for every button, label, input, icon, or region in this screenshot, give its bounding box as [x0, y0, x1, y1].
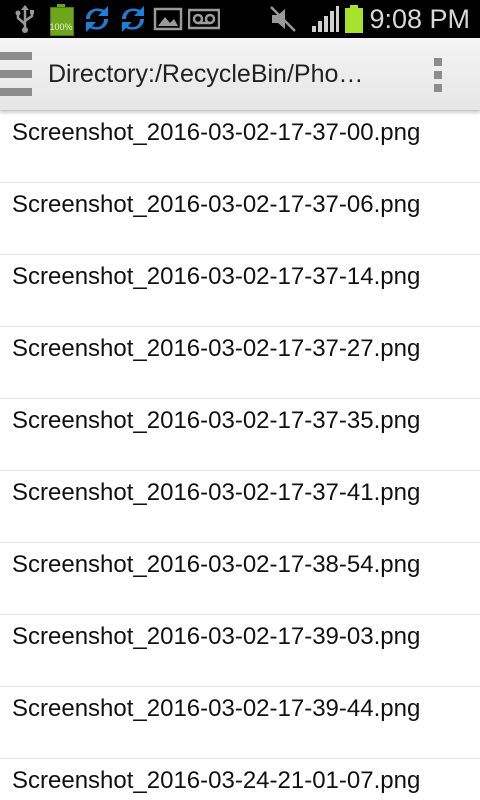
file-list-item[interactable]: Screenshot_2016-03-02-17-37-06.png	[0, 183, 480, 255]
hamburger-menu-icon[interactable]	[0, 52, 32, 98]
file-list-item[interactable]: Screenshot_2016-03-02-17-39-44.png	[0, 687, 480, 759]
file-list-item[interactable]: Screenshot_2016-03-02-17-37-00.png	[0, 111, 480, 183]
file-list-item[interactable]: Screenshot_2016-03-02-17-37-41.png	[0, 471, 480, 543]
usb-icon	[15, 5, 34, 33]
image-icon	[153, 7, 183, 31]
file-name: Screenshot_2016-03-02-17-37-06.png	[12, 191, 421, 218]
file-list-item[interactable]: Screenshot_2016-03-02-17-37-35.png	[0, 399, 480, 471]
file-name: Screenshot_2016-03-02-17-37-00.png	[12, 119, 421, 146]
mute-icon	[270, 6, 296, 32]
file-list-item[interactable]: Screenshot_2016-03-24-21-01-07.png	[0, 759, 480, 800]
directory-title: Directory:/RecycleBin/Pho…	[48, 60, 364, 88]
file-list-item[interactable]: Screenshot_2016-03-02-17-38-54.png	[0, 543, 480, 615]
file-name: Screenshot_2016-03-02-17-37-14.png	[12, 263, 421, 290]
file-name: Screenshot_2016-03-02-17-37-35.png	[12, 407, 421, 434]
file-list-item[interactable]: Screenshot_2016-03-02-17-37-27.png	[0, 327, 480, 399]
battery-icon	[345, 5, 363, 33]
battery-small-label: 100%	[49, 22, 73, 32]
app-bar: Directory:/RecycleBin/Pho…	[0, 38, 480, 111]
battery-small-icon: 100%	[47, 3, 75, 36]
signal-icon	[312, 6, 339, 32]
file-name: Screenshot_2016-03-02-17-39-44.png	[12, 695, 421, 722]
sync-icon	[86, 6, 108, 32]
file-name: Screenshot_2016-03-24-21-01-07.png	[12, 767, 421, 794]
file-name: Screenshot_2016-03-02-17-37-27.png	[12, 335, 421, 362]
file-list-item[interactable]: Screenshot_2016-03-02-17-37-14.png	[0, 255, 480, 327]
file-name: Screenshot_2016-03-02-17-39-03.png	[12, 623, 421, 650]
file-name: Screenshot_2016-03-02-17-37-41.png	[12, 479, 421, 506]
status-bar: 100% 9:08 PM	[0, 0, 480, 38]
voicemail-icon	[188, 8, 220, 30]
file-name: Screenshot_2016-03-02-17-38-54.png	[12, 551, 421, 578]
overflow-menu-icon[interactable]	[430, 58, 446, 92]
status-time: 9:08 PM	[369, 4, 470, 34]
sync-icon	[122, 6, 144, 32]
file-list-item[interactable]: Screenshot_2016-03-02-17-39-03.png	[0, 615, 480, 687]
file-list: Screenshot_2016-03-02-17-37-00.png Scree…	[0, 111, 480, 800]
